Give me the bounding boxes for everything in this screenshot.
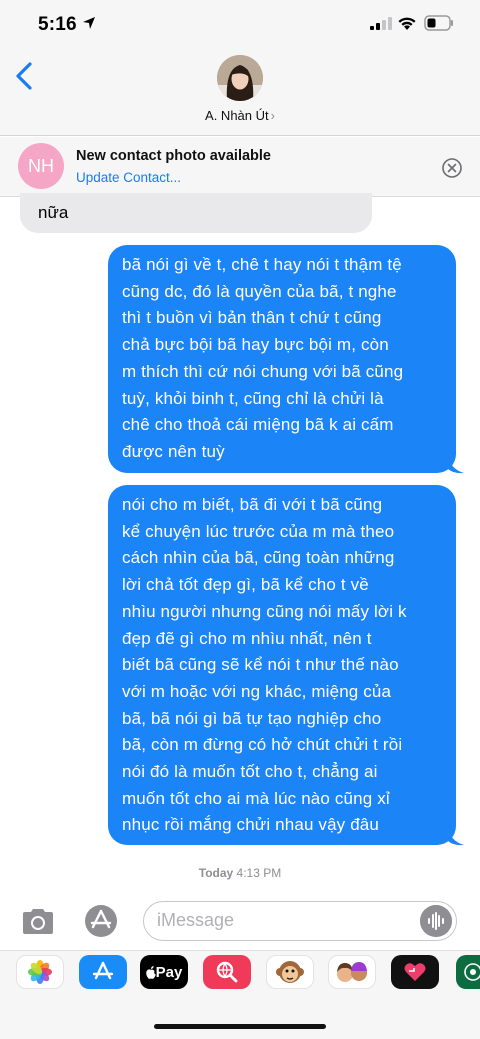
app-store-icon[interactable] — [79, 955, 127, 989]
heart-icon — [404, 963, 426, 981]
battery-icon — [424, 15, 453, 31]
wifi-icon — [398, 17, 416, 30]
contact-name-button[interactable]: A. Nhàn Út › — [0, 108, 480, 123]
memoji-faces-icon — [337, 962, 367, 982]
heart-app-icon[interactable] — [391, 955, 439, 989]
message-placeholder: iMessage — [157, 910, 235, 930]
back-chevron-icon[interactable] — [10, 58, 40, 94]
apple-pay-label: Pay — [155, 963, 183, 981]
monkey-face-icon — [276, 961, 304, 983]
sent-message-text: nói cho m biết, bã đi với t bã cũng kể c… — [122, 495, 407, 835]
photos-icon[interactable] — [16, 955, 64, 989]
status-time: 5:16 — [38, 14, 77, 35]
close-circle-icon[interactable] — [441, 157, 463, 179]
bubble-tail — [448, 827, 464, 846]
timestamp-time: 4:13 PM — [236, 866, 282, 880]
sent-message-bubble[interactable]: bã nói gì về t, chê t hay nói t thậm tệ … — [108, 245, 456, 473]
starbucks-icon[interactable] — [456, 955, 480, 989]
cellular-signal-icon — [370, 17, 392, 30]
camera-icon[interactable] — [20, 906, 56, 936]
contact-avatar[interactable] — [217, 55, 263, 101]
contact-name: A. Nhàn Út — [205, 108, 269, 123]
photos-flower-icon — [28, 960, 52, 984]
animoji-icon[interactable] — [266, 955, 314, 989]
app-store-icon[interactable] — [82, 903, 120, 939]
message-timestamp: Today 4:13 PM — [0, 866, 480, 880]
bubble-tail — [448, 455, 464, 474]
banner-title: New contact photo available — [76, 148, 271, 164]
apple-pay-icon[interactable]: Pay — [140, 955, 188, 989]
image-search-icon[interactable] — [203, 955, 251, 989]
update-contact-link[interactable]: Update Contact... — [76, 170, 181, 185]
memoji-icon[interactable] — [328, 955, 376, 989]
banner-contact-initials: NH — [18, 143, 64, 189]
audio-waveform-icon[interactable] — [420, 905, 452, 937]
magnifier-globe-icon — [216, 961, 238, 983]
received-message-bubble[interactable] — [20, 193, 372, 233]
app-store-glyph-icon — [92, 961, 114, 980]
home-indicator[interactable] — [154, 1024, 326, 1029]
apple-logo-icon — [145, 965, 156, 979]
received-message-text: nữa — [38, 203, 69, 222]
sent-message-bubble[interactable]: nói cho m biết, bã đi với t bã cũng kể c… — [108, 485, 456, 845]
contact-photo-banner — [0, 137, 480, 197]
siren-logo-icon — [464, 963, 480, 981]
sent-message-text: bã nói gì về t, chê t hay nói t thậm tệ … — [122, 255, 404, 461]
location-arrow-icon — [83, 17, 95, 29]
timestamp-day: Today — [198, 866, 234, 880]
chevron-right-icon: › — [270, 108, 275, 123]
